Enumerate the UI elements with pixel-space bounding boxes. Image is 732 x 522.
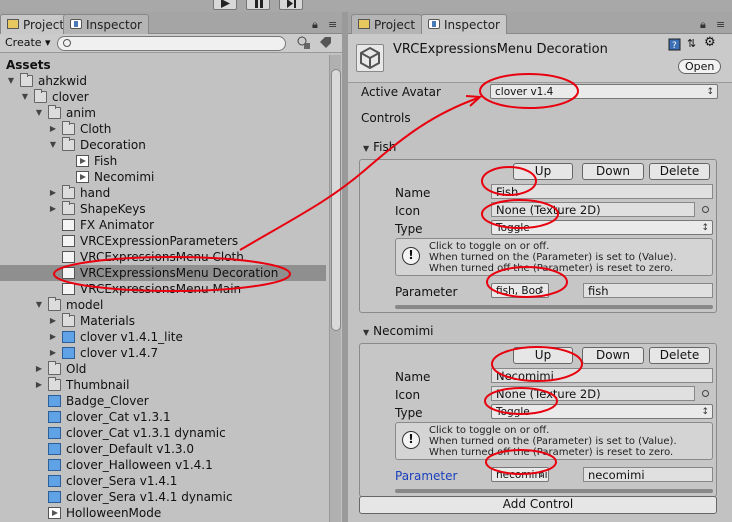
annotation-overlay [53,73,583,475]
annotation-circle [53,256,291,292]
annotation-circle [484,387,558,415]
annotation-circle [479,73,579,109]
annotation-circle [485,449,557,475]
annotation-circle [481,166,537,196]
annotation-arrow [239,97,479,251]
annotation-circle [491,346,583,382]
annotation-circle [481,199,559,229]
annotation-circle [486,266,568,298]
